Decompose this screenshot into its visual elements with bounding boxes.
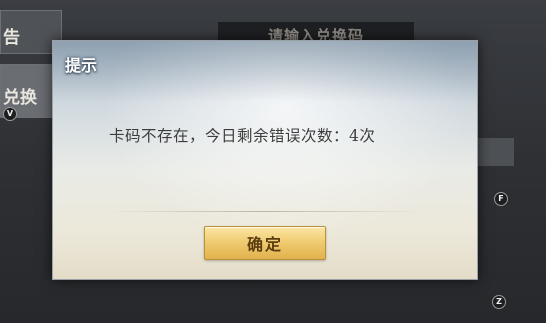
key-hint-v: V <box>3 107 17 121</box>
key-hint-f: F <box>494 192 508 206</box>
confirm-button[interactable]: 确定 <box>204 226 326 260</box>
dialog-message: 卡码不存在，今日剩余错误次数：4次 <box>109 127 376 145</box>
side-tab-exchange-label: 兑换 <box>3 88 37 108</box>
side-tab-announcement-label: 告 <box>3 28 20 48</box>
dialog-title: 提示 <box>65 56 98 75</box>
background-panel-strip <box>476 138 514 166</box>
key-hint-z: Z <box>492 295 506 309</box>
notice-dialog: 提示 卡码不存在，今日剩余错误次数：4次 确定 <box>52 40 478 280</box>
dialog-divider <box>103 211 427 212</box>
